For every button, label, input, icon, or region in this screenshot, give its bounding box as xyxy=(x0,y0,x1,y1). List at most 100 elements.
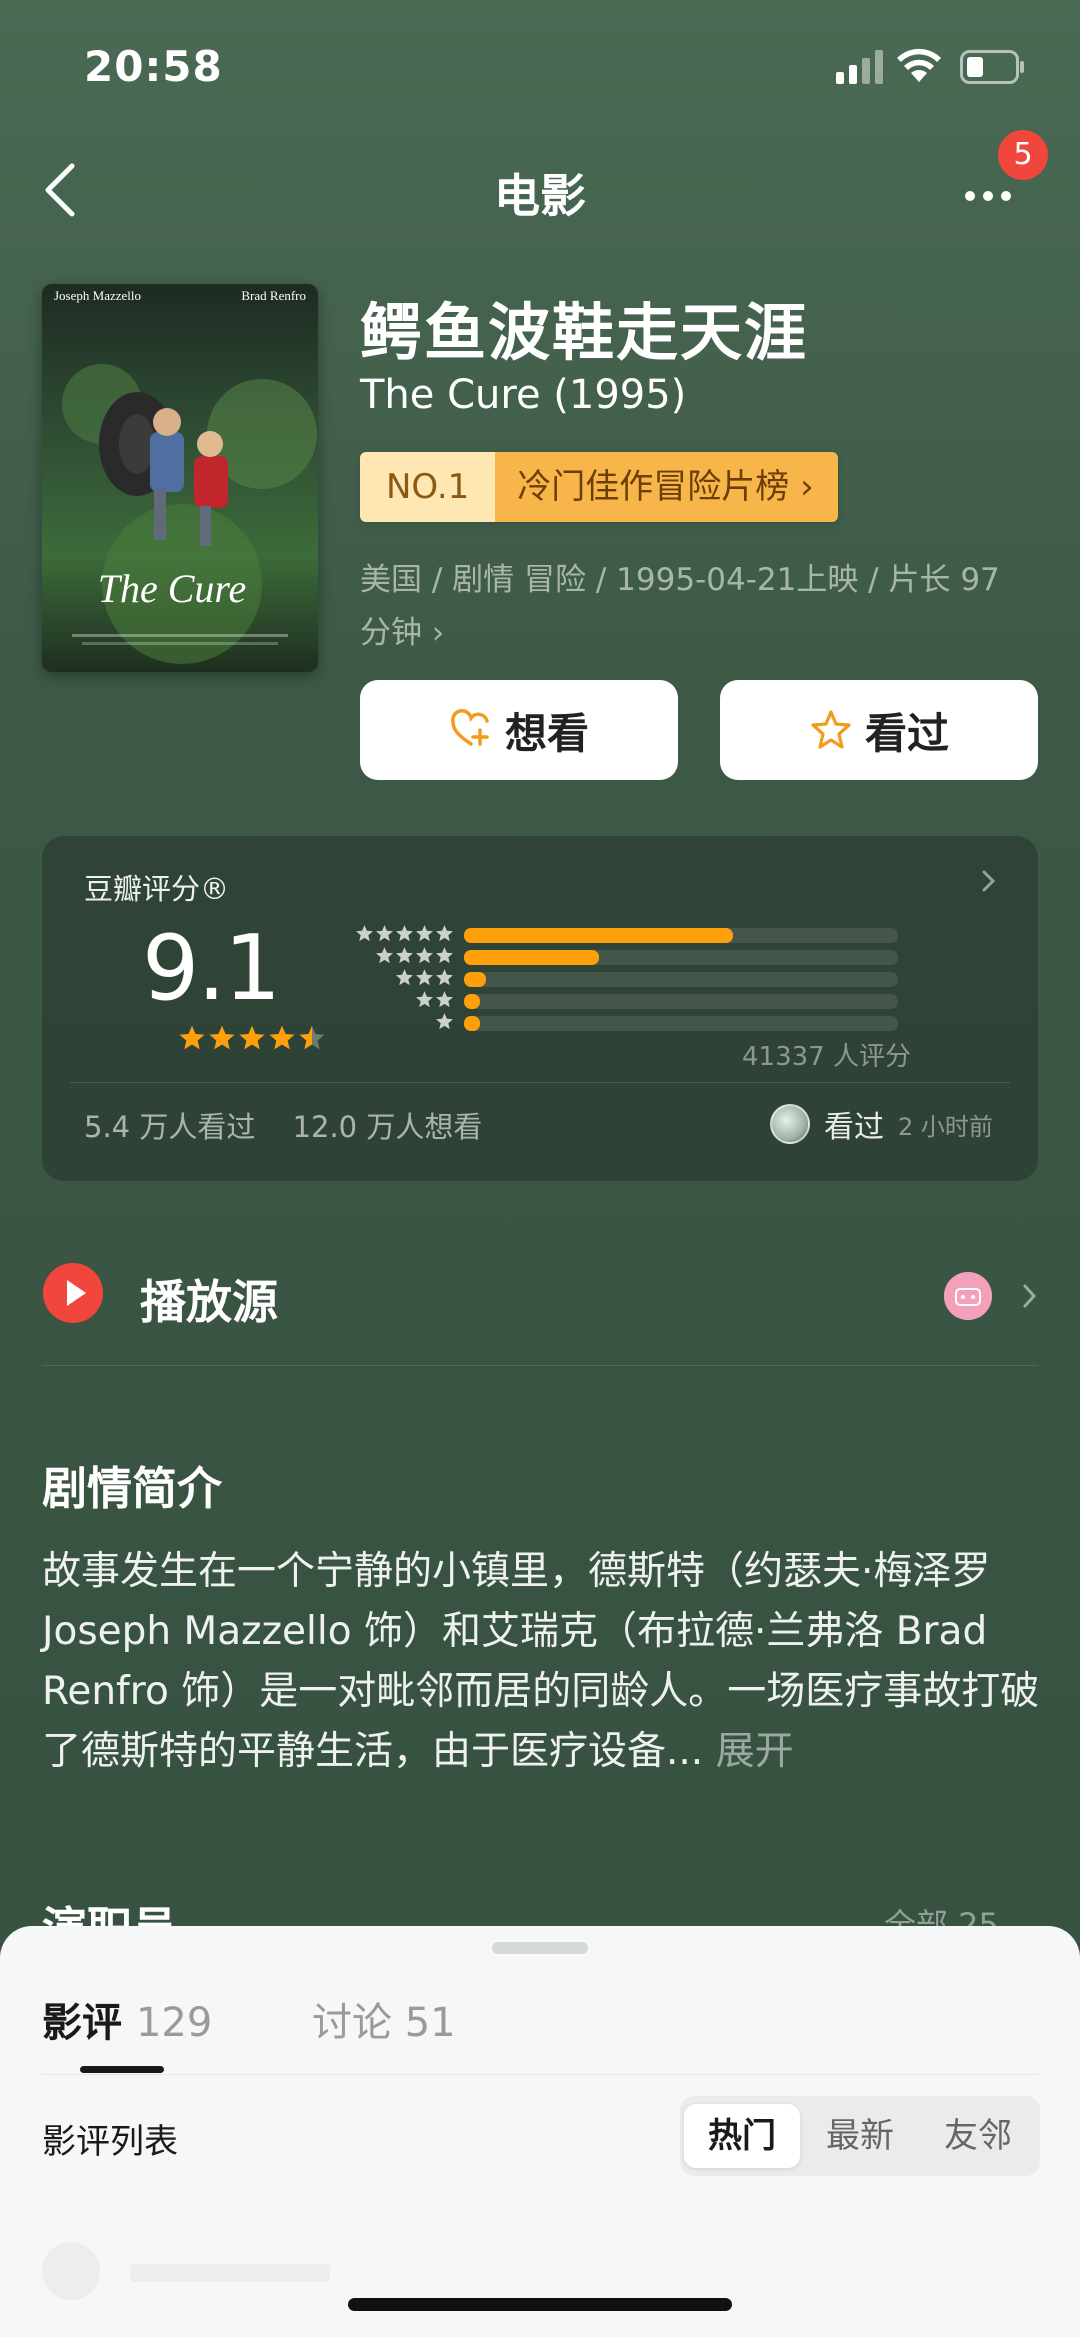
rating-count: 41337 人评分 xyxy=(742,1042,911,1072)
cellular-signal-icon xyxy=(836,50,883,84)
rating-bar-fill xyxy=(464,1016,480,1031)
small-star-icon xyxy=(436,947,453,964)
rating-bar-track xyxy=(464,994,898,1009)
rating-star-icon xyxy=(179,1025,205,1050)
small-star-icon xyxy=(416,969,433,986)
rating-bar-stars xyxy=(354,924,454,943)
sort-segmented-control: 热门 最新 友邻 xyxy=(680,2096,1040,2176)
watched-count: 5.4 万人看过 xyxy=(84,1110,256,1144)
tab-discussions-label: 讨论 xyxy=(312,2000,392,2046)
wish-count: 12.0 万人想看 xyxy=(292,1110,483,1144)
small-star-icon xyxy=(376,947,393,964)
movie-poster[interactable]: Joseph Mazzello Brad Renfro The Cure xyxy=(42,284,318,672)
status-time: 20:58 xyxy=(84,42,223,91)
home-indicator xyxy=(348,2298,732,2311)
small-star-icon xyxy=(436,925,453,942)
rank-list-label: 冷门佳作冒险片榜 › xyxy=(495,452,838,522)
poster-image: Joseph Mazzello Brad Renfro The Cure xyxy=(42,284,318,672)
poster-title: The Cure xyxy=(98,566,247,611)
rating-bar-stars xyxy=(354,990,454,1009)
rating-stars xyxy=(178,1024,326,1052)
small-star-icon xyxy=(396,969,413,986)
loading-placeholder xyxy=(130,2264,330,2282)
small-star-icon xyxy=(416,947,433,964)
rating-label: 豆瓣评分® xyxy=(84,872,230,906)
sheet-grabber[interactable] xyxy=(492,1942,588,1954)
avatar xyxy=(42,2242,100,2300)
rating-star-icon xyxy=(239,1025,265,1050)
synopsis-text: 故事发生在一个宁静的小镇里，德斯特（约瑟夫·梅泽罗 Joseph Mazzell… xyxy=(42,1542,1042,1782)
rating-bar-stars xyxy=(354,968,454,987)
rank-number: NO.1 xyxy=(360,452,496,522)
movie-title-en: The Cure (1995) xyxy=(360,372,687,418)
poster-actor-left: Joseph Mazzello xyxy=(54,288,141,303)
movie-meta[interactable]: 美国 / 剧情 冒险 / 1995-04-21上映 / 片长 97 分钟 › xyxy=(360,554,1040,660)
rating-star-icon xyxy=(209,1025,235,1050)
nav-bar: 电影 xyxy=(0,140,1080,240)
review-sheet: 影评 129 讨论 51 影评列表 热门 最新 友邻 xyxy=(0,1926,1080,2337)
star-outline-icon xyxy=(811,710,851,749)
rating-star-icon xyxy=(299,1025,325,1050)
review-list-label: 影评列表 xyxy=(42,2122,178,2162)
small-star-icon xyxy=(436,1013,453,1030)
status-bar: 20:58 xyxy=(0,0,1080,130)
tab-reviews-count: 129 xyxy=(135,2000,213,2046)
small-star-icon xyxy=(376,925,393,942)
divider xyxy=(42,1365,1038,1366)
rating-bar-track xyxy=(464,928,898,943)
tab-reviews[interactable]: 影评 129 xyxy=(42,1990,212,2048)
heart-plus-icon xyxy=(451,709,489,746)
sort-latest[interactable]: 最新 xyxy=(802,2104,918,2168)
rating-bar-fill xyxy=(464,972,486,987)
tab-indicator xyxy=(80,2066,164,2073)
rank-list-text: 冷门佳作冒险片榜 xyxy=(517,467,790,507)
want-button-label: 想看 xyxy=(504,708,589,758)
seen-button[interactable]: 看过 xyxy=(720,680,1038,780)
rank-badge[interactable]: NO.1 冷门佳作冒险片榜 › xyxy=(360,452,838,522)
rating-bar-track xyxy=(464,1016,898,1031)
divider xyxy=(42,2074,1038,2075)
rating-card[interactable]: 豆瓣评分® 9.1 41337 人评分 5.4 万人看过 12.0 万人想看 看… xyxy=(42,836,1038,1181)
small-star-icon xyxy=(396,925,413,942)
divider xyxy=(70,1082,1010,1083)
rating-bar-stars xyxy=(354,1012,454,1031)
friend-activity[interactable]: 看过 2 小时前 xyxy=(770,1102,993,1146)
notification-badge: 5 xyxy=(998,130,1048,180)
rating-star-icon xyxy=(269,1025,295,1050)
small-star-icon xyxy=(396,947,413,964)
want-button[interactable]: 想看 xyxy=(360,680,678,780)
small-star-icon xyxy=(416,991,433,1008)
play-source-label: 播放源 xyxy=(140,1275,278,1329)
chevron-right-icon xyxy=(1023,1284,1037,1308)
movie-title-cn: 鳄鱼波鞋走天涯 xyxy=(360,296,809,369)
sort-friends[interactable]: 友邻 xyxy=(920,2104,1036,2168)
small-star-icon xyxy=(436,969,453,986)
poster-actor-right: Brad Renfro xyxy=(241,288,306,303)
avatar xyxy=(770,1104,810,1144)
chevron-right-icon xyxy=(982,870,996,892)
page-title: 电影 xyxy=(494,169,586,223)
seen-button-label: 看过 xyxy=(864,708,949,758)
tab-discussions[interactable]: 讨论 51 xyxy=(312,1990,456,2048)
rating-score: 9.1 xyxy=(142,916,281,1021)
rating-bar-track xyxy=(464,950,898,965)
tab-discussions-count: 51 xyxy=(404,2000,456,2046)
bilibili-icon xyxy=(944,1272,992,1320)
sort-hot[interactable]: 热门 xyxy=(684,2104,800,2168)
rating-bar-fill xyxy=(464,950,599,965)
synopsis-title: 剧情简介 xyxy=(42,1462,223,1515)
movie-meta-text: 美国 / 剧情 冒险 / 1995-04-21上映 / 片长 97 分钟 xyxy=(360,562,1000,651)
chevron-right-icon: › xyxy=(431,615,445,651)
small-star-icon xyxy=(416,925,433,942)
rating-footer: 5.4 万人看过 12.0 万人想看 xyxy=(84,1104,510,1146)
rating-bar-fill xyxy=(464,928,734,943)
friend-time: 2 小时前 xyxy=(898,1112,993,1141)
expand-link[interactable]: 展开 xyxy=(716,1729,794,1774)
battery-icon xyxy=(960,50,1024,84)
synopsis-body: 故事发生在一个宁静的小镇里，德斯特（约瑟夫·梅泽罗 Joseph Mazzell… xyxy=(42,1549,1040,1774)
chevron-right-icon: › xyxy=(800,467,814,507)
rating-bar-fill xyxy=(464,994,480,1009)
wifi-icon xyxy=(897,48,941,82)
friend-status: 看过 xyxy=(824,1110,884,1145)
play-source-row[interactable]: 播放源 xyxy=(42,1250,1038,1340)
